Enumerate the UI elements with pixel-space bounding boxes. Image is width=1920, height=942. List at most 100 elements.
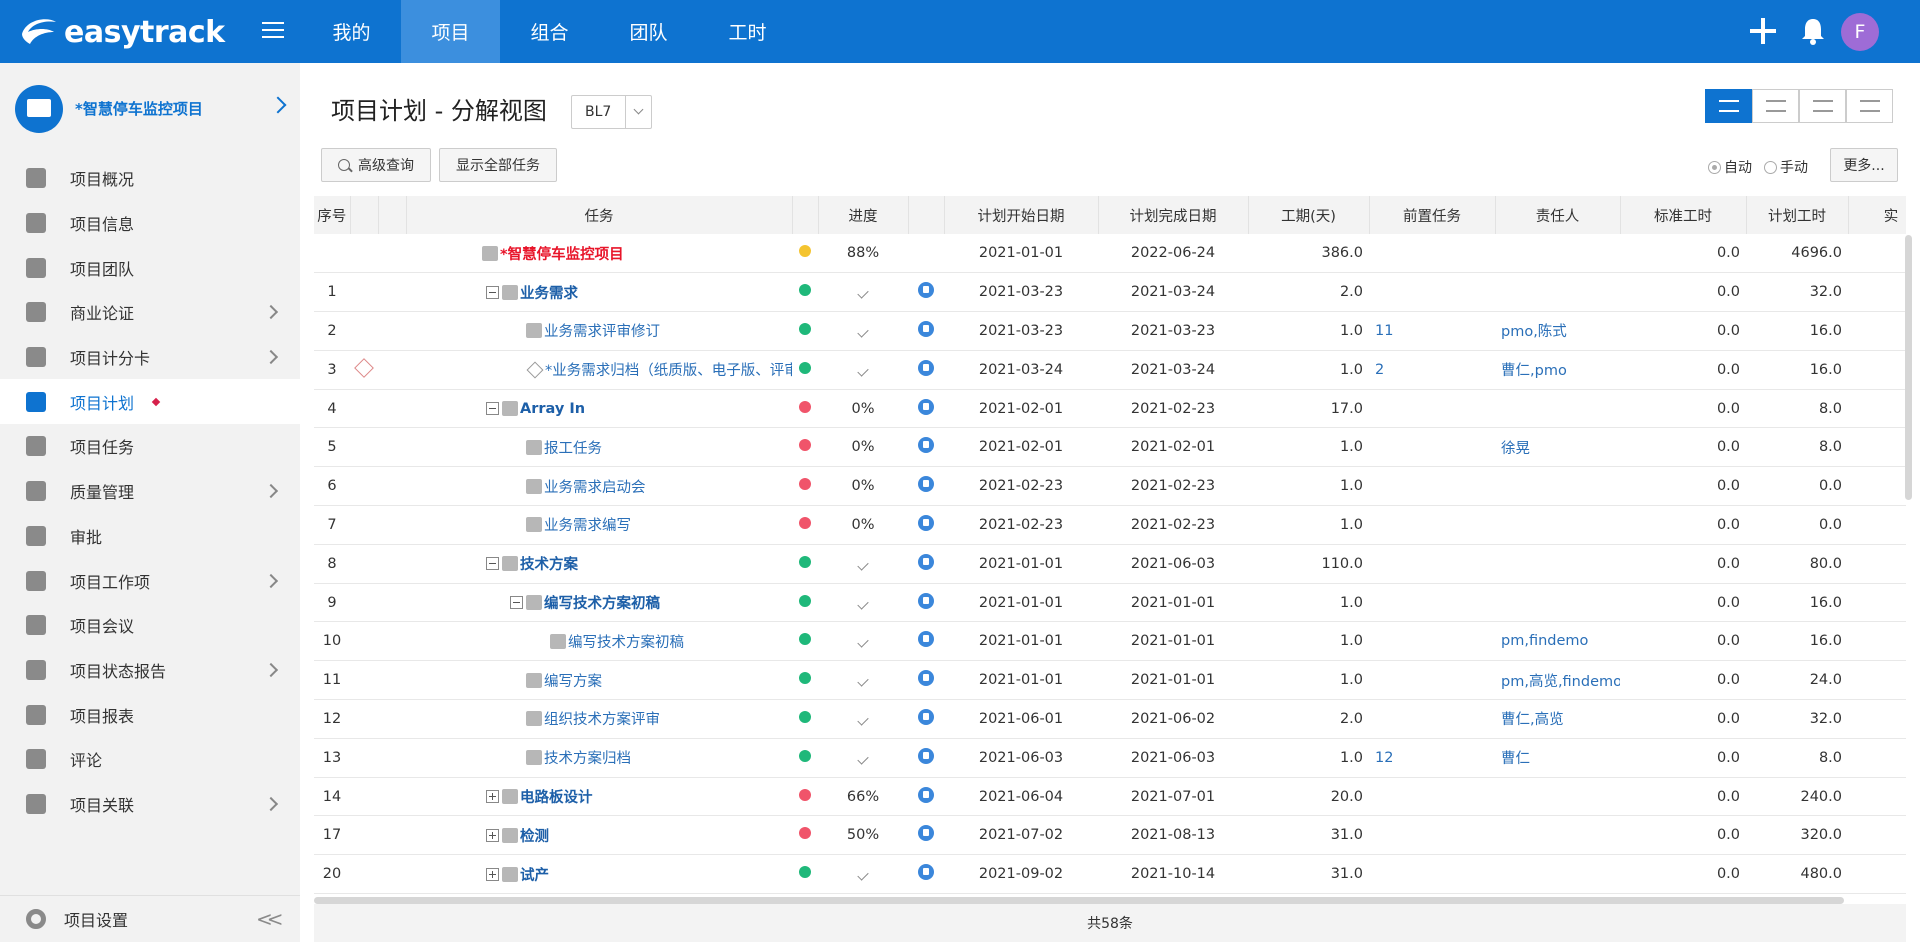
predecessor[interactable] [1369,544,1495,584]
owner[interactable] [1495,505,1620,545]
table-row[interactable]: 9 编写技术方案初稿 2021-01-01 2021-01-01 1.0 0.0 16.0 [314,583,1906,623]
table-row[interactable]: *智慧停车监控项目 88% 2021-01-01 2022-06-24 386.0 0.0… [314,234,1906,274]
task-name[interactable]: 试产 [520,864,549,885]
task-cell[interactable]: 技术方案归档 [406,738,792,778]
table-row[interactable]: 12 组织技术方案评审 2021-06-01 2021-06-02 2.0 曹仁,高览 0.… [314,699,1906,739]
column-header[interactable]: 实 [1848,196,1906,234]
table-row[interactable]: 2 业务需求评审修订 2021-03-23 2021-03-23 1.0 11 pmo,陈式… [314,311,1906,351]
owner[interactable] [1495,466,1620,507]
table-row[interactable]: 17 检测 50% 2021-07-02 2021-08-13 31.0 0.0 320.0 [314,815,1906,856]
predecessor[interactable]: 12 [1369,738,1495,778]
column-header[interactable]: 任务 [406,196,793,234]
task-name[interactable]: 业务需求 [520,282,578,303]
task-tree-node[interactable]: 业务需求 [412,282,786,303]
task-name[interactable]: Array In [520,401,585,417]
task-cell[interactable]: 检测 [406,815,792,856]
column-header[interactable] [908,196,945,234]
table-row[interactable]: 11 编写方案 2021-01-01 2021-01-01 1.0 pm,高览,finde… [314,660,1906,701]
table-row[interactable]: 8 技术方案 2021-01-01 2021-06-03 110.0 0.0 80.0 [314,544,1906,584]
radio-manual[interactable] [1764,160,1777,174]
task-tree-node[interactable]: 试产 [412,864,786,885]
expand-icon[interactable] [486,828,499,842]
task-tree-node[interactable]: 检测 [412,825,786,846]
owner[interactable] [1495,854,1620,895]
predecessor[interactable] [1369,505,1495,545]
expand-icon[interactable] [486,790,499,804]
owner[interactable]: pm,高览,findemo [1495,660,1620,701]
task-tree-node[interactable]: 业务需求启动会 [412,476,786,497]
table-row[interactable]: 13 技术方案归档 2021-06-03 2021-06-03 1.0 12 曹仁 0.0 8.… [314,738,1906,778]
task-cell[interactable]: 业务需求启动会 [406,466,792,507]
table-row[interactable]: 20 试产 2021-09-02 2021-10-14 31.0 0.0 480.0 [314,854,1906,895]
table-row[interactable]: 7 业务需求编写 0% 2021-02-23 2021-02-23 1.0 0.0 0.0 [314,505,1906,545]
sidebar-item-14[interactable]: 项目关联 [0,782,300,827]
task-cell[interactable]: 编写方案 [406,660,792,701]
predecessor[interactable] [1369,272,1495,313]
task-tree-node[interactable]: 技术方案 [412,553,786,574]
owner[interactable]: 曹仁,pmo [1495,350,1620,390]
chevron-right-icon[interactable] [263,350,279,365]
version-select[interactable]: BL7 [571,95,652,129]
advanced-search-button[interactable]: 高级查询 [321,148,431,182]
predecessor[interactable] [1369,427,1495,468]
sidebar-item-9[interactable]: 项目工作项 [0,558,300,603]
column-header[interactable] [350,196,379,234]
sidebar-item-2[interactable]: 项目团队 [0,245,300,290]
predecessor[interactable] [1369,583,1495,623]
task-tree-node[interactable]: 业务需求评审修订 [412,320,786,341]
owner[interactable] [1495,777,1620,817]
task-cell[interactable]: 编写技术方案初稿 [406,583,792,623]
vertical-scrollbar[interactable] [1905,235,1912,500]
task-name[interactable]: 组织技术方案评审 [544,708,660,729]
chevron-right-icon[interactable] [263,573,279,588]
column-header[interactable]: 标准工时 [1620,196,1747,234]
table-row[interactable]: 4 Array In 0% 2021-02-01 2021-02-23 17.0 0.0 8.… [314,389,1906,429]
project-settings[interactable]: 项目设置 << [0,895,300,942]
predecessor[interactable] [1369,389,1495,429]
sidebar-item-12[interactable]: 项目报表 [0,692,300,737]
chevron-right-icon[interactable] [263,662,279,677]
owner[interactable]: 徐晃 [1495,427,1620,468]
predecessor[interactable] [1369,234,1495,274]
task-tree-node[interactable]: 技术方案归档 [412,747,786,768]
task-name[interactable]: 业务需求编写 [544,514,631,535]
more-button[interactable]: 更多... [1830,148,1898,182]
task-name[interactable]: 编写技术方案初稿 [568,631,684,652]
owner[interactable]: 曹仁,高览 [1495,699,1620,739]
column-header[interactable]: 计划工时 [1746,196,1849,234]
column-header[interactable]: 计划完成日期 [1098,196,1249,234]
task-name[interactable]: 报工任务 [544,437,602,458]
column-header[interactable] [378,196,407,234]
predecessor[interactable] [1369,660,1495,701]
task-cell[interactable]: 技术方案 [406,544,792,584]
task-name[interactable]: *智慧停车监控项目 [500,243,624,264]
task-tree-node[interactable]: 电路板设计 [412,786,786,807]
owner[interactable] [1495,544,1620,584]
task-cell[interactable]: 业务需求评审修订 [406,311,792,351]
menu-toggle-icon[interactable] [262,22,284,40]
task-cell[interactable]: 业务需求 [406,272,792,313]
task-name[interactable]: 技术方案归档 [544,747,631,768]
column-header[interactable]: 进度 [818,196,909,234]
task-name[interactable]: *业务需求归档（纸质版、电子版、评审会议 [545,359,792,380]
table-row[interactable]: 1 业务需求 2021-03-23 2021-03-24 2.0 0.0 32.0 [314,272,1906,313]
task-tree-node[interactable]: *智慧停车监控项目 [412,243,786,264]
project-header[interactable]: *智慧停车监控项目 [0,63,300,153]
column-header[interactable]: 序号 [314,196,351,234]
gantt-view-button[interactable] [1752,89,1799,123]
task-cell[interactable]: 试产 [406,854,792,895]
expand-icon[interactable] [486,867,499,881]
table-row[interactable]: 5 报工任务 0% 2021-02-01 2021-02-01 1.0 徐晃 0.0 8.0 [314,427,1906,468]
task-cell[interactable]: 业务需求编写 [406,505,792,545]
sidebar-item-6[interactable]: 项目任务 [0,424,300,469]
task-name[interactable]: 业务需求启动会 [544,476,646,497]
nav-item-3[interactable]: 团队 [599,0,698,63]
sidebar-item-5[interactable]: 项目计划 [0,379,300,425]
task-name[interactable]: 技术方案 [520,553,578,574]
predecessor[interactable] [1369,621,1495,662]
task-cell[interactable]: 组织技术方案评审 [406,699,792,739]
sidebar-item-13[interactable]: 评论 [0,737,300,782]
task-cell[interactable]: Array In [406,389,792,429]
task-name[interactable]: 检测 [520,825,549,846]
chevron-right-icon[interactable] [263,796,279,812]
